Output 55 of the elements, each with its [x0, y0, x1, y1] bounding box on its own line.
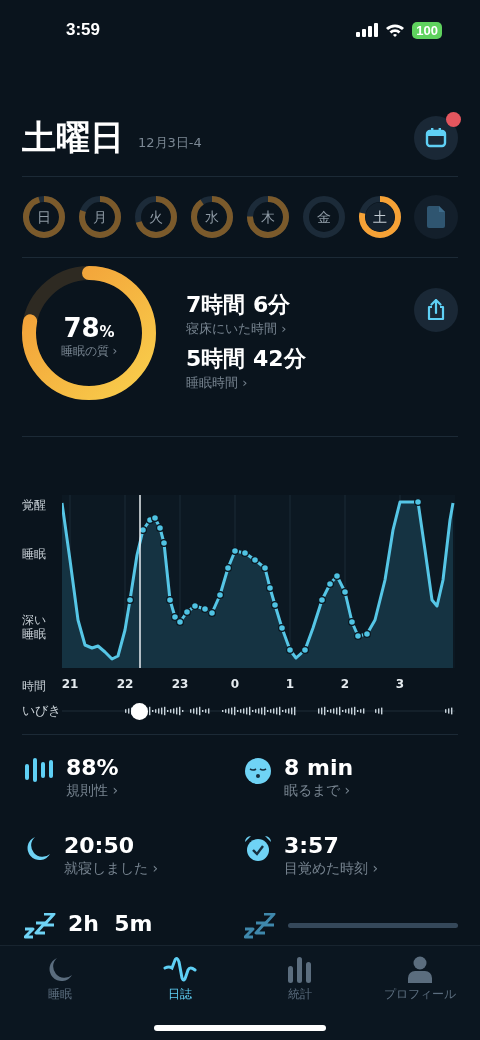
stat-value: 3:57 — [284, 833, 340, 858]
stat-value: 8 min — [284, 755, 355, 780]
nav-tab[interactable]: 日誌 — [120, 946, 240, 1008]
snore-label: いびき — [22, 702, 62, 720]
day-ring[interactable]: 金 — [302, 195, 346, 239]
stat-value: 20:50 — [64, 833, 136, 858]
calendar-icon — [425, 127, 447, 149]
signal-icon — [356, 23, 379, 37]
stat-link[interactable]: 目覚めた時刻 › — [284, 860, 458, 878]
nav-tab[interactable]: 統計 — [240, 946, 360, 1008]
hour-tick: 0 — [230, 677, 240, 691]
hour-tick: 2 — [340, 677, 350, 691]
bar-chart-icon — [287, 956, 313, 984]
time-axis-title: 時間 — [22, 677, 47, 695]
day-ring[interactable]: 木 — [246, 195, 290, 239]
day-title: 土曜日 — [22, 116, 124, 159]
alarm-clock-icon — [244, 835, 272, 863]
day-ring[interactable]: 水 — [190, 195, 234, 239]
stat-link[interactable]: 規則性 › — [66, 782, 244, 800]
hour-tick: 1 — [285, 677, 295, 691]
hour-tick: 3 — [395, 677, 405, 691]
share-button[interactable] — [414, 288, 458, 332]
duration-value: 7時間 6分 — [186, 291, 292, 319]
quality-link[interactable]: 睡眠の質 › — [60, 342, 118, 360]
day-ring[interactable]: 日 — [22, 195, 66, 239]
duration-link[interactable]: 寝床にいた時間 › — [186, 320, 306, 338]
day-ring[interactable]: 土 — [358, 195, 402, 239]
duration-link[interactable]: 睡眠時間 › — [186, 374, 306, 392]
quality-percent: 78% — [63, 312, 115, 343]
day-ring[interactable]: 火 — [134, 195, 178, 239]
hour-tick: 22 — [116, 677, 134, 691]
bars-icon — [24, 757, 54, 783]
nav-tab[interactable]: 睡眠 — [0, 946, 120, 1008]
stage-label: 睡眠 — [22, 546, 47, 562]
status-time: 3:59 — [66, 20, 101, 40]
day-ring[interactable]: 月 — [78, 195, 122, 239]
duration-value: 5時間 42分 — [186, 345, 306, 373]
stat-value: 88% — [66, 755, 120, 780]
hour-tick: 21 — [61, 677, 79, 691]
hour-tick: 23 — [171, 677, 189, 691]
stat-link[interactable]: 眠るまで › — [284, 782, 458, 800]
wave-icon — [163, 956, 197, 984]
wifi-icon — [385, 23, 406, 37]
playhead-handle[interactable] — [131, 703, 148, 720]
person-icon — [407, 956, 433, 984]
stage-label: 覚醒 — [22, 498, 47, 513]
battery-indicator: 100 — [412, 21, 442, 39]
stage-label: 深い睡眠 — [22, 612, 47, 642]
stat-value: 2h 5m — [68, 911, 154, 936]
date-label: 12月3日-4 — [138, 134, 202, 152]
stat-link[interactable]: 就寝しました › — [64, 860, 244, 878]
nav-tab[interactable]: プロフィール — [360, 946, 480, 1008]
sleeping-face-icon — [244, 757, 272, 785]
document-icon — [427, 206, 445, 228]
share-icon — [426, 299, 446, 321]
